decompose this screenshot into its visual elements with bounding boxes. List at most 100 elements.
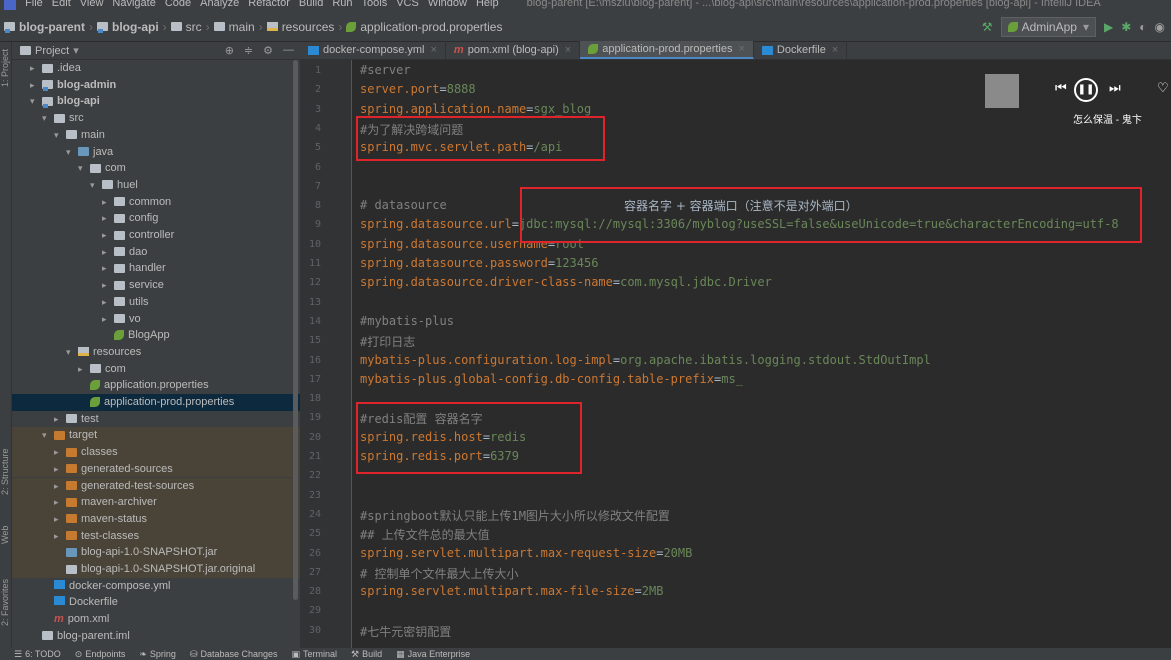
menu-tools[interactable]: Tools xyxy=(362,0,388,9)
tree-item[interactable]: ▾ main xyxy=(12,127,300,144)
tree-item[interactable]: ▾ src xyxy=(12,110,300,127)
project-panel-title[interactable]: Project xyxy=(35,45,69,57)
chevron-down-icon[interactable]: ▾ xyxy=(42,427,54,444)
menu-view[interactable]: View xyxy=(80,0,104,9)
tree-item[interactable]: application.properties xyxy=(12,377,300,394)
menu-build[interactable]: Build xyxy=(299,0,323,9)
chevron-down-icon[interactable]: ▾ xyxy=(90,177,102,194)
tool-button[interactable]: ▣ Terminal xyxy=(292,649,338,660)
tool-button[interactable]: ⚒ Build xyxy=(351,649,382,660)
hide-icon[interactable]: — xyxy=(283,44,294,57)
tree-item[interactable]: ▸ .idea xyxy=(12,60,300,77)
tool-button[interactable]: ▦ Java Enterprise xyxy=(396,649,470,660)
tree-item[interactable]: blog-parent.iml xyxy=(12,628,300,645)
chevron-right-icon[interactable]: ▸ xyxy=(54,461,66,478)
tree-item[interactable]: ▸ service xyxy=(12,277,300,294)
heart-icon[interactable]: ♡ xyxy=(1157,80,1169,96)
pause-icon[interactable]: ❚❚ xyxy=(1074,78,1098,102)
tree-item[interactable]: ▸ controller xyxy=(12,227,300,244)
close-icon[interactable]: × xyxy=(832,44,838,56)
tree-item[interactable]: m pom.xml xyxy=(12,611,300,628)
tool-button[interactable]: ❧ Spring xyxy=(139,649,176,660)
tree-item[interactable]: ▸ maven-status xyxy=(12,510,300,528)
tool-tab-project[interactable]: 1: Project xyxy=(0,48,12,88)
menu-code[interactable]: Code xyxy=(165,0,191,9)
breadcrumb-item[interactable]: resources xyxy=(282,20,335,34)
tree-item[interactable]: ▸ common xyxy=(12,194,300,211)
menu-run[interactable]: Run xyxy=(332,0,352,9)
menu-file[interactable]: File xyxy=(25,0,43,9)
editor-tab[interactable]: docker-compose.yml × xyxy=(300,41,446,59)
tool-tab-web[interactable]: Web xyxy=(0,520,12,550)
next-track-icon[interactable]: ⏭ xyxy=(1109,80,1121,96)
tool-button[interactable]: ☰ 6: TODO xyxy=(14,649,61,660)
close-icon[interactable]: × xyxy=(565,44,571,56)
chevron-right-icon[interactable]: ▸ xyxy=(102,311,114,328)
editor-tab[interactable]: Dockerfile × xyxy=(754,41,848,59)
tree-item[interactable]: blog-api-1.0-SNAPSHOT.jar xyxy=(12,544,300,561)
chevron-down-icon[interactable]: ▾ xyxy=(54,127,66,144)
chevron-down-icon[interactable]: ▾ xyxy=(66,144,78,161)
chevron-right-icon[interactable]: ▸ xyxy=(54,528,66,545)
chevron-right-icon[interactable]: ▸ xyxy=(54,494,66,511)
tree-item[interactable]: ▾ blog-api xyxy=(12,93,300,110)
editor-tab[interactable]: application-prod.properties × xyxy=(580,41,754,59)
tree-item[interactable]: ▸ generated-test-sources xyxy=(12,477,300,495)
tree-item[interactable]: ▸ generated-sources xyxy=(12,460,300,478)
tool-button[interactable]: ⊙ Endpoints xyxy=(75,649,126,660)
locate-icon[interactable]: ⊕ xyxy=(225,44,234,57)
tree-item[interactable]: ▸ config xyxy=(12,210,300,227)
tree-item[interactable]: ▸ blog-admin xyxy=(12,77,300,94)
editor-tab[interactable]: m pom.xml (blog-api) × xyxy=(446,41,581,59)
chevron-right-icon[interactable]: ▸ xyxy=(102,194,114,211)
menu-edit[interactable]: Edit xyxy=(52,0,71,9)
chevron-right-icon[interactable]: ▸ xyxy=(54,444,66,461)
tree-item[interactable]: ▸ dao xyxy=(12,244,300,261)
menu-navigate[interactable]: Navigate xyxy=(112,0,155,9)
tree-item[interactable]: ▸ vo xyxy=(12,311,300,328)
chevron-right-icon[interactable]: ▸ xyxy=(102,294,114,311)
project-scrollbar[interactable] xyxy=(293,60,298,600)
previous-track-icon[interactable]: ⏮ xyxy=(1055,80,1067,96)
breadcrumb-item[interactable]: src xyxy=(186,20,202,34)
code-editor[interactable]: #七牛元密钥配置 spring.servlet.multipart.max-fil… xyxy=(352,60,1171,648)
tree-item[interactable]: ▸ test xyxy=(12,411,300,428)
breadcrumb-item[interactable]: blog-parent xyxy=(19,20,85,34)
chevron-right-icon[interactable]: ▸ xyxy=(54,478,66,495)
build-hammer-icon[interactable]: ⚒ xyxy=(982,20,993,34)
close-icon[interactable]: × xyxy=(430,44,436,56)
menu-analyze[interactable]: Analyze xyxy=(200,0,239,9)
collapse-all-icon[interactable]: ≑ xyxy=(244,44,253,57)
menu-refactor[interactable]: Refactor xyxy=(248,0,290,9)
chevron-right-icon[interactable]: ▸ xyxy=(102,244,114,261)
breadcrumb-item[interactable]: main xyxy=(229,20,255,34)
tree-item[interactable]: ▸ utils xyxy=(12,294,300,311)
chevron-right-icon[interactable]: ▸ xyxy=(102,227,114,244)
chevron-right-icon[interactable]: ▸ xyxy=(78,361,90,378)
menu-window[interactable]: Window xyxy=(428,0,467,9)
tree-item[interactable]: application-prod.properties xyxy=(12,394,300,411)
tool-tab-favorites[interactable]: 2: Favorites xyxy=(0,572,12,632)
tree-item[interactable]: ▸ handler xyxy=(12,260,300,277)
tree-item[interactable]: ▾ resources xyxy=(12,344,300,361)
debug-icon[interactable]: ✱ xyxy=(1121,20,1131,34)
tree-item[interactable]: docker-compose.yml xyxy=(12,578,300,595)
chevron-down-icon[interactable]: ▾ xyxy=(73,44,79,57)
tree-item[interactable]: blog-api-1.0-SNAPSHOT.jar.original xyxy=(12,561,300,578)
coverage-icon[interactable]: ◐ xyxy=(1139,20,1146,34)
tree-item[interactable]: Dockerfile xyxy=(12,594,300,611)
tree-item[interactable]: ▾ java xyxy=(12,144,300,161)
tree-item[interactable]: ▸ maven-archiver xyxy=(12,494,300,511)
menu-help[interactable]: Help xyxy=(476,0,499,9)
close-icon[interactable]: × xyxy=(738,43,744,55)
tree-item[interactable]: ▾ com xyxy=(12,160,300,177)
tree-item[interactable]: ▾ huel xyxy=(12,177,300,194)
chevron-down-icon[interactable]: ▾ xyxy=(42,110,54,127)
gear-icon[interactable]: ⚙ xyxy=(263,44,273,57)
stop-icon[interactable]: ◉ xyxy=(1155,20,1165,34)
chevron-down-icon[interactable]: ▾ xyxy=(30,93,42,110)
chevron-down-icon[interactable]: ▾ xyxy=(66,344,78,361)
breadcrumb-item[interactable]: blog-api xyxy=(112,20,159,34)
menu-vcs[interactable]: VCS xyxy=(396,0,419,9)
chevron-right-icon[interactable]: ▸ xyxy=(102,210,114,227)
